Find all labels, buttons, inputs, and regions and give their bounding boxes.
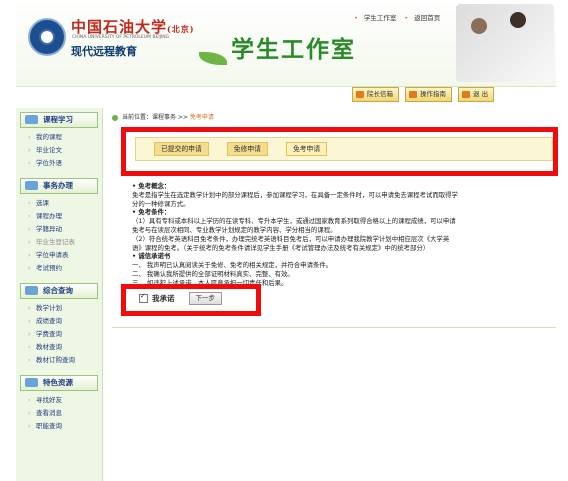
breadcrumb-path: 当前位置：课程事务 >> — [122, 114, 190, 121]
sidebar-section-title[interactable]: 特色资源 — [20, 375, 98, 391]
dean-mailbox-button[interactable]: 院长信箱 — [352, 87, 399, 102]
sidebar-item-find-friends[interactable]: 寻找好友 — [28, 394, 98, 407]
logout-button[interactable]: 退 出 — [458, 87, 495, 102]
sidebar-item-exam-booking[interactable]: 考试预约 — [28, 262, 98, 275]
breadcrumb-current: 免考申请 — [189, 114, 214, 121]
link-home[interactable]: 返回首页 — [414, 14, 440, 22]
paragraph-line: 免考与在读层次相同、专业教学计划规定的教学内容、学分相当的课程。 — [132, 225, 337, 234]
clock-icon — [409, 91, 417, 98]
university-name: 中国石油大学(北京) — [71, 18, 195, 36]
logout-label: 退 出 — [473, 90, 489, 98]
dean-mailbox-label: 院长信箱 — [367, 90, 393, 98]
sidebar-section-title[interactable]: 综合查询 — [20, 283, 98, 299]
school-name: 现代远程教育 — [71, 45, 137, 58]
paragraph-line: 语》课程的免考。（关于统考的免考条件请详见学生手册《考试管理办法及统考有关规定》… — [132, 243, 430, 252]
breadcrumb: 当前位置：课程事务 >> 免考申请 — [112, 112, 552, 124]
sidebar-section-course: 课程学习 我的课程 毕业论文 学位外语 — [20, 112, 98, 174]
top-links: • 学生工作室 • 返回首页 — [354, 12, 446, 22]
sidebar-item-textbook-orders[interactable]: 教材订购查询 — [28, 354, 98, 367]
heading-conditions: • 免考条件： — [132, 208, 171, 217]
pledge-line: 一、 我声明已认真阅读关于免修、免考的相关规定，并符合申请条件。 — [132, 261, 333, 270]
page-title: 学生工作室 — [231, 37, 356, 63]
sidebar-item-tuition[interactable]: 学费查询 — [28, 328, 98, 341]
sidebar-item-course-selection[interactable]: 选课 — [28, 197, 98, 210]
sidebar-item-functions[interactable]: 职能查询 — [28, 420, 98, 433]
mailbox-icon — [356, 91, 364, 98]
sidebar-item-degree-application[interactable]: 学位申请表 — [28, 249, 98, 262]
guide-label: 操作指南 — [420, 90, 446, 98]
exemption-description: • 免考概念： 免考是指学生在选定教学计划中的部分课程后，参加课程学习，在具备一… — [132, 182, 556, 288]
sidebar: 课程学习 我的课程 毕业论文 学位外语 事务办理 选课 课程办理 学籍异动 毕业… — [16, 108, 103, 481]
section-label: 课程学习 — [43, 115, 73, 124]
heading-pledge: • 诚信承诺书 — [132, 252, 171, 261]
sidebar-item-course-handling[interactable]: 课程办理 — [28, 210, 98, 223]
header: 中国石油大学(北京) CHINA UNIVERSITY OF PETROLEUM… — [16, 0, 556, 87]
paragraph-line: （1）具有专科或本科以上学历的在读专科、专升本学生，或通过国家教育系列取得合格以… — [132, 217, 456, 226]
sidebar-item-textbooks[interactable]: 教材查询 — [28, 341, 98, 354]
bullet-icon: • — [354, 14, 358, 22]
sidebar-item-my-courses[interactable]: 我的课程 — [28, 131, 98, 144]
heading-concept: • 免考概念： — [132, 182, 171, 190]
search-icon — [25, 286, 38, 295]
sidebar-item-status-change[interactable]: 学籍异动 — [28, 223, 98, 236]
university-english-name: CHINA UNIVERSITY OF PETROLEUM BEIJING — [72, 35, 170, 40]
leaf-icon — [199, 52, 227, 65]
sidebar-item-teaching-plan[interactable]: 教学计划 — [28, 302, 98, 315]
link-student-room[interactable]: 学生工作室 — [364, 14, 397, 22]
section-label: 特色资源 — [43, 378, 73, 387]
sidebar-item-messages[interactable]: 查看消息 — [28, 407, 98, 420]
page-frame: 中国石油大学(北京) CHINA UNIVERSITY OF PETROLEUM… — [16, 0, 556, 481]
divider — [112, 327, 556, 328]
sidebar-item-grades[interactable]: 成绩查询 — [28, 315, 98, 328]
university-logo — [28, 18, 66, 56]
exit-icon — [462, 91, 470, 98]
sidebar-section-title[interactable]: 事务办理 — [20, 178, 98, 194]
book-icon — [25, 115, 38, 124]
section-label: 综合查询 — [43, 286, 73, 295]
sidebar-item-graduate-form[interactable]: 毕业生登记表 — [28, 236, 98, 249]
paragraph-line: （2）符合统考英语科目免考条件，办理完统考英语科目免考后，可以申请办理我院教学计… — [132, 234, 450, 243]
bullet-icon: • — [404, 14, 409, 22]
paragraph-line: 分的一种修课方式。 — [132, 199, 190, 208]
sidebar-item-thesis[interactable]: 毕业论文 — [28, 144, 98, 157]
highlight-box-tabs — [121, 127, 558, 176]
bulb-icon — [25, 378, 38, 387]
students-photo — [456, 4, 554, 82]
pledge-line: 二、 我确认我所提供的全部证明材料真实、完整、有效。 — [132, 269, 294, 278]
section-label: 事务办理 — [43, 181, 73, 190]
sidebar-section-resources: 特色资源 寻找好友 查看消息 职能查询 — [20, 375, 98, 437]
sidebar-section-affairs: 事务办理 选课 课程办理 学籍异动 毕业生登记表 学位申请表 考试预约 — [20, 178, 98, 279]
paragraph-line: 免考是指学生在选定教学计划中的部分课程后，参加课程学习，在具备一定条件时，可以申… — [132, 190, 458, 199]
sidebar-section-title[interactable]: 课程学习 — [20, 112, 98, 128]
sidebar-section-query: 综合查询 教学计划 成绩查询 学费查询 教材查询 教材订购查询 — [20, 283, 98, 371]
highlight-box-agree — [121, 284, 261, 316]
main-content: 当前位置：课程事务 >> 免考申请 已提交的申请 免修申请 免考申请 • 免考概… — [112, 112, 556, 328]
folder-icon — [25, 181, 38, 190]
sidebar-item-degree-english[interactable]: 学位外语 — [28, 157, 98, 170]
header-nav: 院长信箱 操作指南 退 出 — [352, 87, 495, 102]
guide-button[interactable]: 操作指南 — [405, 87, 452, 102]
